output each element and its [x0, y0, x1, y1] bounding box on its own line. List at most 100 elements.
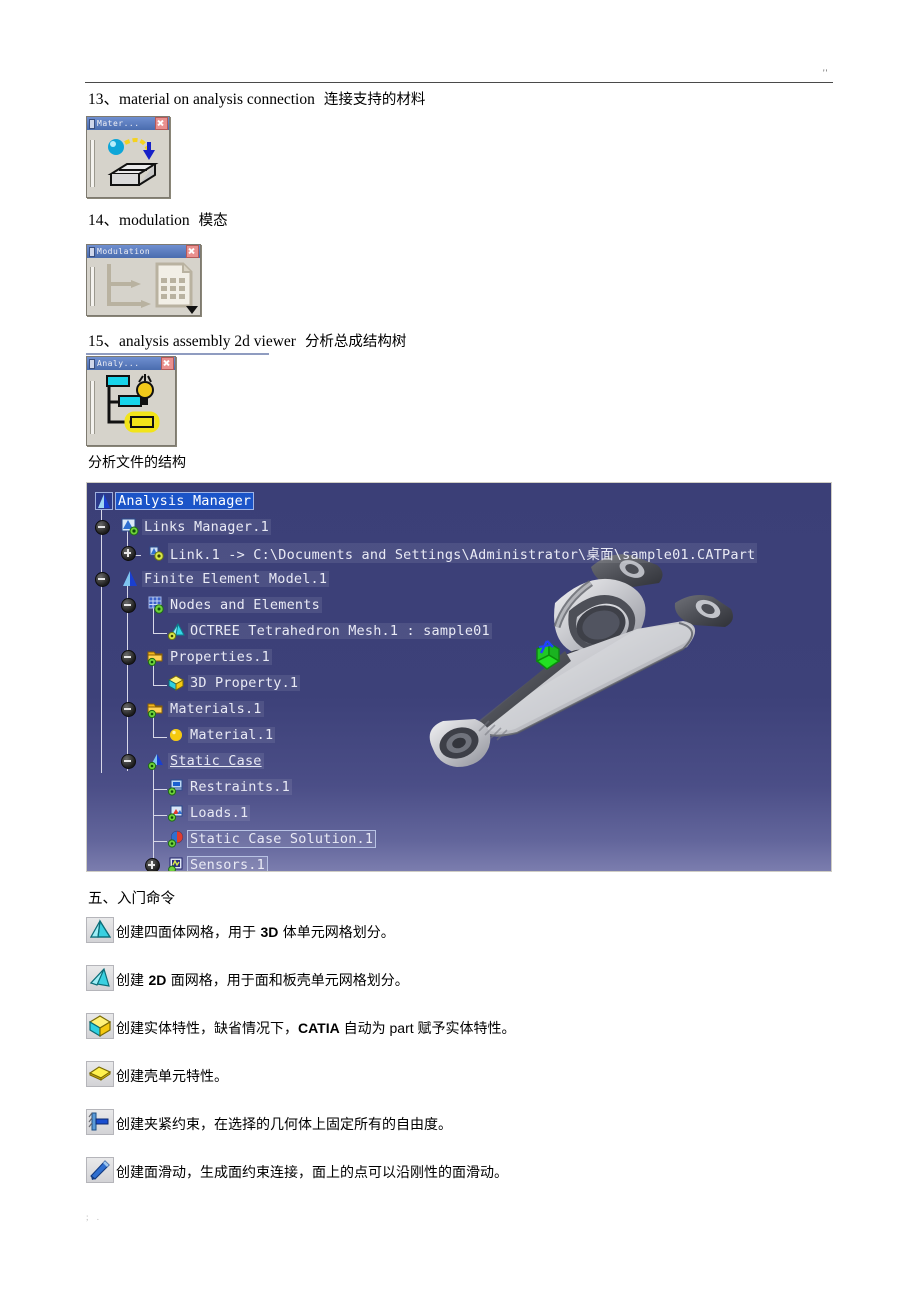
tree-row-link-1[interactable]: Link.1 -> C:\Documents and Settings\Admi… — [87, 540, 831, 566]
close-icon[interactable] — [186, 245, 199, 258]
nodes-and-elements-icon — [147, 596, 165, 614]
palette-analysis-assembly-2d-viewer[interactable]: Analy... — [86, 356, 176, 446]
palette-titlebar[interactable]: Mater... — [87, 117, 169, 130]
analysis-manager-icon — [95, 492, 113, 510]
palette-titlebar[interactable]: Analy... — [87, 357, 175, 370]
item-14-en: modulation — [119, 212, 190, 229]
item-13-en: material on analysis connection — [119, 91, 315, 108]
expander-minus-icon[interactable] — [95, 520, 110, 535]
item-15-number: 15、 — [88, 333, 120, 350]
3d-property-icon[interactable] — [86, 1013, 114, 1039]
item-14-heading: 14、modulation 模态 — [88, 211, 228, 231]
command-row-surface-slider[interactable]: 创建面滑动，生成面约束连接，面上的点可以沿刚性的面滑动。 — [86, 1157, 508, 1183]
tree-label: Restraints.1 — [188, 779, 292, 795]
header-rule — [85, 82, 833, 83]
item-15-heading: 15、analysis assembly 2d viewer 分析总成结构树 — [88, 332, 406, 352]
palette-body — [87, 370, 175, 445]
item-14-cn: 模态 — [198, 213, 228, 229]
analysis-assembly-2d-viewer-icon[interactable] — [99, 370, 175, 445]
command-row-clamp-restraint[interactable]: 创建夹紧约束，在选择的几何体上固定所有的自由度。 — [86, 1109, 452, 1135]
command-row-tetrahedron-mesh[interactable]: 创建四面体网格，用于 3D 体单元网格划分。 — [86, 917, 395, 943]
tree-row-material[interactable]: Material.1 — [87, 722, 831, 748]
sensors-icon — [167, 856, 185, 871]
tree-label: Static Case Solution.1 — [186, 830, 377, 848]
tree-row-links-manager[interactable]: Links Manager.1 — [87, 514, 831, 540]
tree-row-3d-property[interactable]: 3D Property.1 — [87, 670, 831, 696]
command-row-3d-property[interactable]: 创建实体特性，缺省情况下，CATIA 自动为 part 赋予实体特性。 — [86, 1013, 516, 1039]
clamp-restraint-icon[interactable] — [86, 1109, 114, 1135]
tree-row-materials[interactable]: Materials.1 — [87, 696, 831, 722]
tree-row-sensors[interactable]: Sensors.1 — [87, 852, 831, 872]
tree-label: Materials.1 — [168, 701, 264, 717]
item-15-cn: 分析总成结构树 — [304, 334, 407, 350]
tree-row-octree-tetrahedron-mesh[interactable]: OCTREE Tetrahedron Mesh.1 : sample01 — [87, 618, 831, 644]
drag-grip-icon[interactable] — [89, 118, 95, 129]
surface-mesh-icon[interactable] — [86, 965, 114, 991]
tree-label: Links Manager.1 — [142, 519, 271, 535]
shell-property-icon[interactable] — [86, 1061, 114, 1087]
properties-folder-icon — [147, 648, 165, 667]
expander-minus-icon[interactable] — [121, 598, 136, 613]
command-text: 创建夹紧约束，在选择的几何体上固定所有的自由度。 — [116, 1117, 452, 1133]
tree-row-static-case-solution[interactable]: Static Case Solution.1 — [87, 826, 831, 852]
tree-row-properties[interactable]: Properties.1 — [87, 644, 831, 670]
close-icon[interactable] — [155, 117, 168, 130]
item-14-number: 14、 — [88, 212, 120, 229]
section-underline — [86, 353, 269, 355]
tree-label: Sensors.1 — [187, 856, 268, 872]
palette-title-label: Analy... — [97, 359, 140, 368]
tree-row-restraints[interactable]: Restraints.1 — [87, 774, 831, 800]
tree-row-analysis-manager[interactable]: Analysis Manager — [87, 488, 831, 514]
close-icon[interactable] — [161, 357, 174, 370]
material-sphere-icon — [167, 726, 185, 744]
tree-label: Loads.1 — [188, 805, 251, 821]
tree-label: Analysis Manager — [114, 492, 255, 510]
tree-label: Static Case — [168, 753, 264, 769]
palette-body — [87, 130, 169, 197]
palette-title-label: Mater... — [97, 119, 140, 128]
palette-handle[interactable] — [90, 381, 95, 434]
finite-element-model-icon — [121, 570, 139, 588]
catia-specification-tree-panel[interactable]: Analysis Manager Links Manager.1 Link.1 … — [86, 482, 832, 872]
palette-material-on-analysis-connection[interactable]: Mater... — [86, 116, 170, 198]
modulation-icon[interactable] — [99, 258, 200, 315]
tree-row-finite-element-model[interactable]: Finite Element Model.1 — [87, 566, 831, 592]
command-row-shell-property[interactable]: 创建壳单元特性。 — [86, 1061, 228, 1087]
expander-plus-icon[interactable] — [121, 546, 136, 561]
palette-handle[interactable] — [90, 266, 95, 307]
palette-modulation[interactable]: Modulation — [86, 244, 201, 316]
drag-grip-icon[interactable] — [89, 358, 95, 369]
command-text: 创建 2D 面网格，用于面和板壳单元网格划分。 — [116, 972, 409, 989]
links-manager-icon — [121, 518, 139, 536]
tree-label: OCTREE Tetrahedron Mesh.1 : sample01 — [188, 623, 492, 639]
restraints-icon — [167, 778, 185, 796]
surface-slider-icon[interactable] — [86, 1157, 114, 1183]
expander-minus-icon[interactable] — [121, 650, 136, 665]
3d-property-icon — [167, 674, 185, 692]
tree-label: Finite Element Model.1 — [142, 571, 330, 587]
item-13-number: 13、 — [88, 91, 120, 108]
drag-grip-icon[interactable] — [89, 246, 95, 257]
item-13-cn: 连接支持的材料 — [323, 92, 426, 108]
palette-titlebar[interactable]: Modulation — [87, 245, 200, 258]
tree-label: Properties.1 — [168, 649, 272, 665]
tree-caption: 分析文件的结构 — [88, 455, 186, 471]
tree-row-static-case[interactable]: Static Case — [87, 748, 831, 774]
loads-icon — [167, 804, 185, 822]
tetrahedron-mesh-icon[interactable] — [86, 917, 114, 943]
palette-handle[interactable] — [90, 140, 95, 187]
expander-plus-icon[interactable] — [145, 858, 160, 871]
tree-label: 3D Property.1 — [188, 675, 301, 691]
expander-minus-icon[interactable] — [121, 702, 136, 717]
tree-row-nodes-and-elements[interactable]: Nodes and Elements — [87, 592, 831, 618]
static-case-solution-icon — [167, 830, 185, 848]
expander-minus-icon[interactable] — [121, 754, 136, 769]
material-on-analysis-connection-icon[interactable] — [99, 130, 169, 197]
tree-row-loads[interactable]: Loads.1 — [87, 800, 831, 826]
expander-minus-icon[interactable] — [95, 572, 110, 587]
materials-folder-icon — [147, 700, 165, 719]
more-commands-arrow[interactable] — [186, 306, 198, 314]
command-text: 创建面滑动，生成面约束连接，面上的点可以沿刚性的面滑动。 — [116, 1165, 508, 1181]
command-row-surface-mesh[interactable]: 创建 2D 面网格，用于面和板壳单元网格划分。 — [86, 965, 409, 991]
tetrahedron-mesh-icon — [167, 622, 185, 641]
